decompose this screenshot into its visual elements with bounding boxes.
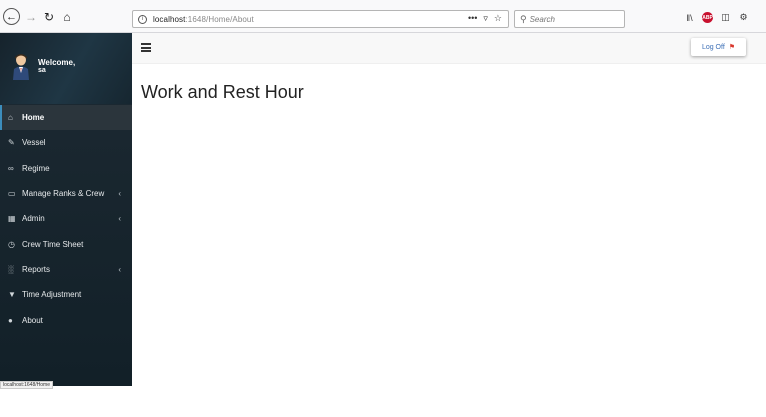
avatar [13,54,29,80]
sidebar-item-label: Admin [22,214,45,224]
filter-icon: ▼ [8,290,16,300]
sidebar-item-label: Regime [22,163,50,173]
home-icon: ⌂ [8,113,13,123]
forward-button[interactable]: → [23,9,39,25]
status-url-tooltip: localhost:1648/Home [0,381,53,389]
url-host: localhost [153,14,186,24]
chevron-left-icon: ‹ [118,214,121,224]
info-icon[interactable]: i [138,14,147,24]
browser-toolbar: ← → ↻ ⌂ i localhost:1648/Home/About ••• … [0,0,766,33]
link-icon: ∞ [8,163,14,173]
hamburger-menu-icon[interactable] [141,43,151,52]
user-panel: Welcome, sa [0,33,132,104]
search-bar[interactable]: ⚲ [514,10,625,28]
pocket-icon[interactable]: ▿ [483,13,488,24]
page-actions-icon[interactable]: ••• [468,13,477,24]
table-icon: ▦ [8,214,16,224]
chevron-left-icon: ‹ [118,264,121,274]
sidebar-item-manage-ranks-crew[interactable]: ▭ Manage Ranks & Crew ‹ [0,181,132,206]
sidebar-toggle-icon[interactable]: ◫ [720,12,731,23]
home-button[interactable]: ⌂ [59,9,75,25]
sidebar-item-crew-time-sheet[interactable]: ◷ Crew Time Sheet [0,231,132,256]
url-text[interactable]: localhost:1648/Home/About [153,15,254,24]
sidebar-item-label: Time Adjustment [22,290,82,300]
address-bar[interactable]: i localhost:1648/Home/About ••• ▿ ☆ [132,10,509,28]
sidebar-item-reports[interactable]: ░ Reports ‹ [0,257,132,282]
sidebar-item-label: Manage Ranks & Crew [22,189,105,199]
sign-out-icon: ⚑ [728,44,736,51]
bar-chart-icon: ░ [8,264,14,274]
sidebar-item-admin[interactable]: ▦ Admin ‹ [0,206,132,231]
search-input[interactable] [529,14,620,24]
desktop-icon: ▭ [8,189,16,199]
sidebar-item-home[interactable]: ⌂ Home [0,105,132,131]
page-title: Work and Rest Hour [141,82,304,102]
extension-icon[interactable]: ⚙ [738,12,749,23]
sidebar-item-label: Reports [22,264,51,274]
welcome-text: Welcome, [38,58,76,67]
sidebar-item-label: Crew Time Sheet [22,239,84,249]
username: sa [38,67,46,74]
sidebar-item-label: Home [22,113,45,123]
search-icon: ⚲ [520,13,527,24]
library-icon[interactable]: ‖\ [684,12,695,23]
clock-icon: ◷ [8,239,15,249]
sidebar-item-time-adjustment[interactable]: ▼ Time Adjustment [0,282,132,307]
sidebar-menu: ⌂ Home ✎ Vessel ∞ Regime ▭ Manage Ranks … [0,105,132,333]
sidebar-item-about[interactable]: ● About [0,307,132,332]
log-off-button[interactable]: Log Off ⚑ [691,38,746,56]
log-off-label: Log Off [701,43,725,51]
sidebar-item-vessel[interactable]: ✎ Vessel [0,130,132,155]
sidebar: Welcome, sa ⌂ Home ✎ Vessel ∞ Regime ▭ M… [0,33,132,386]
adblock-icon[interactable]: ABP [702,12,713,23]
url-path: :1648/Home/About [185,14,254,24]
sidebar-item-label: About [22,315,43,325]
chevron-left-icon: ‹ [118,189,121,199]
top-navbar: Log Off ⚑ [132,33,766,64]
back-button[interactable]: ← [3,8,20,25]
reload-button[interactable]: ↻ [41,9,57,25]
user-icon: ● [8,315,13,325]
bookmark-star-icon[interactable]: ☆ [494,13,502,24]
sidebar-item-regime[interactable]: ∞ Regime [0,156,132,181]
sidebar-item-label: Vessel [22,138,46,148]
edit-icon: ✎ [8,138,15,148]
